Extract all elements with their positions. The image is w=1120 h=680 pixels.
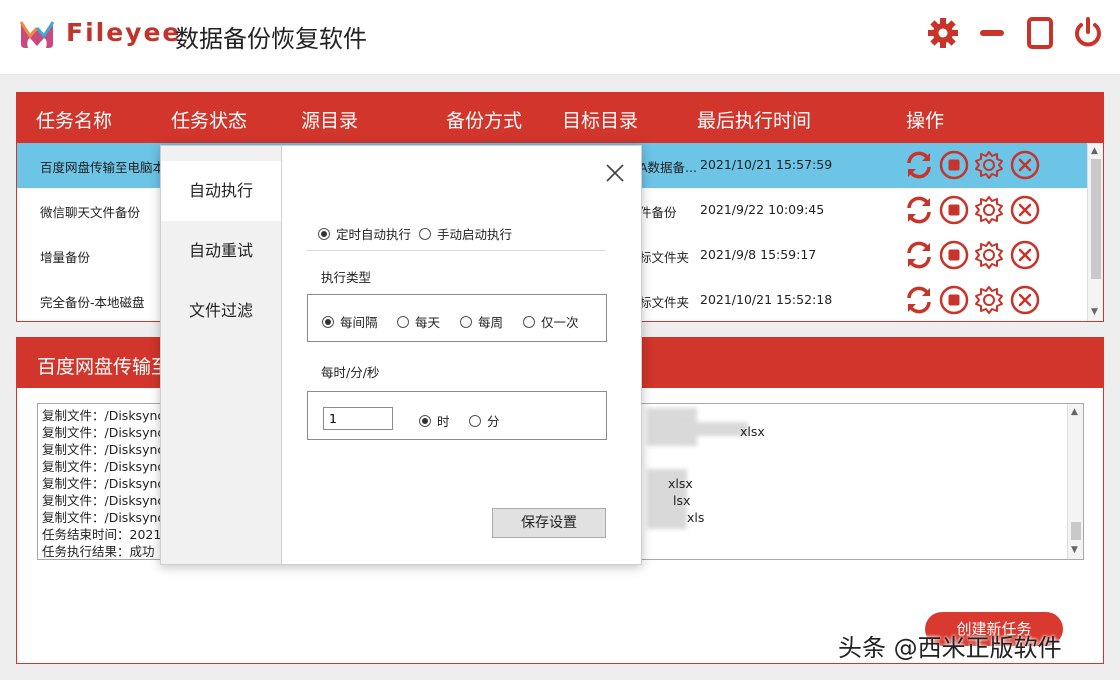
tab-auto-retry[interactable]: 自动重试 [161, 221, 281, 281]
col-actions: 操作 [906, 110, 945, 132]
radio-minute[interactable]: 分 [469, 411, 500, 430]
settings-icon[interactable] [973, 284, 1005, 316]
col-backup-mode: 备份方式 [446, 110, 523, 132]
gear-icon[interactable] [926, 16, 960, 50]
row-task-name: 增量备份 [40, 250, 91, 265]
row-target-dir: 标文件夹 [639, 295, 690, 310]
maximize-icon[interactable] [1023, 16, 1057, 50]
log-line: 任务执行结果：成功 [42, 544, 155, 559]
settings-icon[interactable] [973, 194, 1005, 226]
power-icon[interactable] [1071, 16, 1105, 50]
stop-icon[interactable] [938, 194, 970, 226]
delete-icon[interactable] [1009, 149, 1041, 181]
row-last-run: 2021/10/21 15:57:59 [700, 157, 833, 172]
row-target-dir: A数据备... [639, 160, 697, 175]
app-header: Fileyee 数据备份恢复软件 [0, 0, 1120, 75]
scroll-up-icon[interactable]: ▲ [1091, 146, 1098, 156]
radio-manual[interactable]: 手动启动执行 [419, 224, 512, 243]
log-scrollbar[interactable]: ▲ ▼ [1067, 404, 1083, 559]
radio-scheduled[interactable]: 定时自动执行 [318, 224, 411, 243]
delete-icon[interactable] [1009, 284, 1041, 316]
tab-auto-execute[interactable]: 自动执行 [161, 161, 281, 221]
exec-type-group: 每间隔 每天 每周 仅一次 [307, 294, 607, 342]
log-title: 百度网盘传输至 [37, 356, 171, 378]
scroll-thumb[interactable] [1091, 159, 1101, 279]
brand-name: Fileyee [66, 18, 182, 47]
radio-checked-icon [322, 316, 334, 328]
blurred-region [678, 422, 748, 436]
radio-interval[interactable]: 每间隔 [322, 312, 378, 331]
radio-hour[interactable]: 时 [419, 411, 450, 430]
col-source-dir: 源目录 [301, 110, 359, 132]
stop-icon[interactable] [938, 239, 970, 271]
radio-checked-icon [318, 228, 330, 240]
scroll-up-icon[interactable]: ▲ [1071, 407, 1078, 417]
row-task-name: 百度网盘传输至电脑本 [40, 160, 166, 175]
scroll-down-icon[interactable]: ▼ [1071, 545, 1078, 555]
interval-label: 每时/分/秒 [321, 365, 380, 380]
row-actions [903, 194, 1043, 228]
settings-icon[interactable] [973, 239, 1005, 271]
watermark-text: 头条 @西米正版软件 [838, 634, 1062, 662]
row-target-dir: 标文件夹 [639, 250, 690, 265]
logo-icon [19, 21, 55, 48]
settings-icon[interactable] [973, 149, 1005, 181]
row-task-name: 微信聊天文件备份 [40, 205, 141, 220]
radio-unchecked-icon [523, 316, 535, 328]
radio-weekly[interactable]: 每周 [460, 312, 503, 331]
divider [306, 250, 606, 251]
radio-unchecked-icon [460, 316, 472, 328]
log-fragment: xlsx [668, 476, 693, 491]
radio-unchecked-icon [419, 228, 431, 240]
interval-input[interactable] [323, 407, 393, 430]
table-scrollbar[interactable]: ▲ ▼ [1087, 143, 1103, 321]
row-actions [903, 284, 1043, 318]
log-fragment: lsx [673, 493, 691, 508]
row-last-run: 2021/10/21 15:52:18 [700, 292, 833, 307]
radio-daily[interactable]: 每天 [397, 312, 440, 331]
refresh-icon[interactable] [903, 239, 935, 271]
radio-checked-icon [419, 415, 431, 427]
row-last-run: 2021/9/22 10:09:45 [700, 202, 825, 217]
refresh-icon[interactable] [903, 284, 935, 316]
delete-icon[interactable] [1009, 194, 1041, 226]
table-header: 任务名称 任务状态 源目录 备份方式 目标目录 最后执行时间 操作 [17, 93, 1103, 143]
delete-icon[interactable] [1009, 239, 1041, 271]
save-settings-button[interactable]: 保存设置 [492, 508, 606, 538]
radio-unchecked-icon [469, 415, 481, 427]
log-fragment: xls [687, 510, 705, 525]
row-actions [903, 239, 1043, 273]
scroll-down-icon[interactable]: ▼ [1091, 307, 1098, 317]
col-last-run: 最后执行时间 [697, 110, 812, 132]
tab-file-filter[interactable]: 文件过滤 [161, 281, 281, 341]
col-task-name: 任务名称 [36, 110, 113, 132]
log-fragment: xlsx [740, 424, 765, 439]
dialog-sidebar: 自动执行 自动重试 文件过滤 [161, 146, 282, 564]
col-task-status: 任务状态 [171, 110, 248, 132]
app-title: 数据备份恢复软件 [175, 25, 367, 53]
row-last-run: 2021/9/8 15:59:17 [700, 247, 817, 262]
minimize-icon[interactable] [975, 16, 1009, 50]
row-actions [903, 149, 1043, 183]
stop-icon[interactable] [938, 284, 970, 316]
row-target-dir: 件备份 [639, 205, 677, 220]
refresh-icon[interactable] [903, 194, 935, 226]
radio-unchecked-icon [397, 316, 409, 328]
col-target-dir: 目标目录 [562, 110, 639, 132]
schedule-settings-dialog: 自动执行 自动重试 文件过滤 定时自动执行 手动启动执行 执行类型 每间隔 每天… [160, 145, 642, 565]
row-task-name: 完全备份-本地磁盘 [40, 295, 145, 310]
exec-type-label: 执行类型 [321, 270, 372, 285]
radio-once[interactable]: 仅一次 [523, 312, 579, 331]
stop-icon[interactable] [938, 149, 970, 181]
refresh-icon[interactable] [903, 149, 935, 181]
scroll-thumb[interactable] [1071, 522, 1081, 540]
close-icon[interactable] [604, 162, 626, 184]
